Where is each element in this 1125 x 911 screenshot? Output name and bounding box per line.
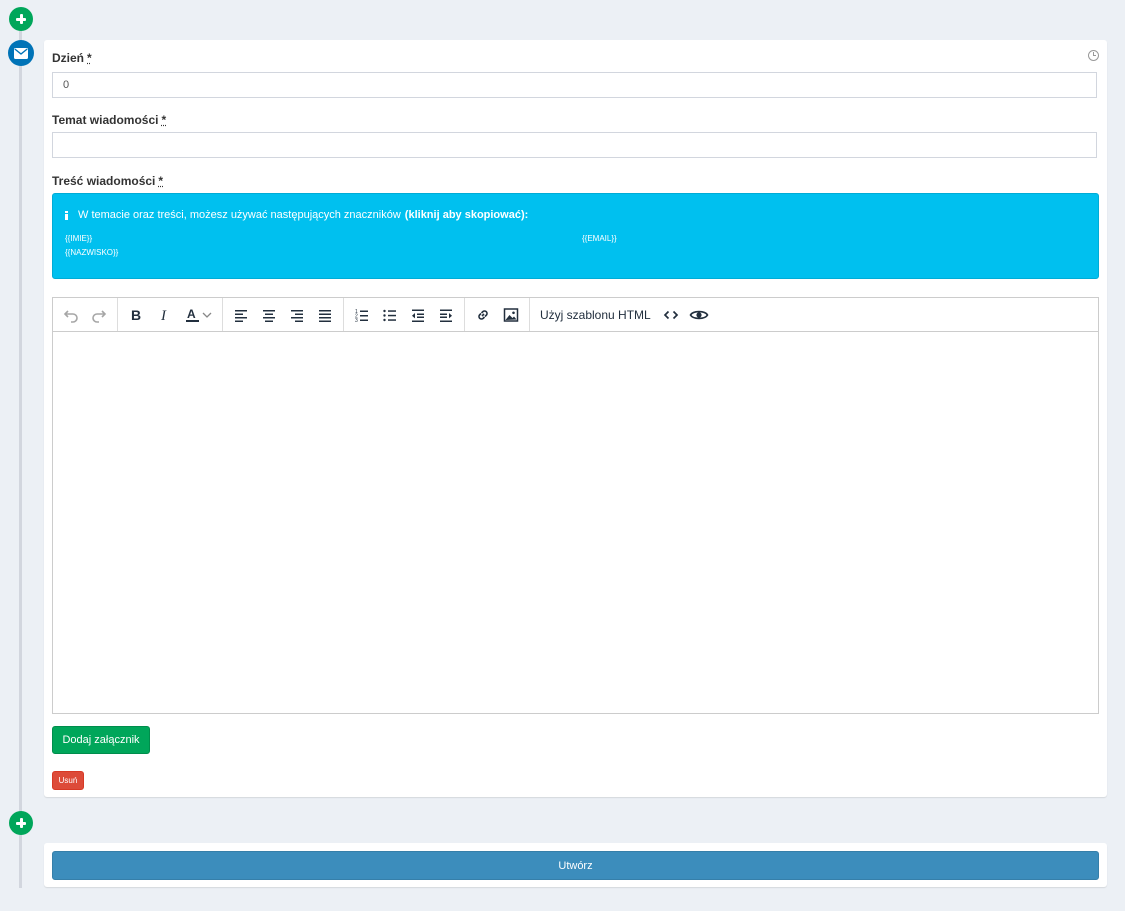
italic-icon[interactable]: I: [150, 301, 178, 329]
info-heading: W temacie oraz treści, możesz używać nas…: [65, 209, 528, 221]
redo-icon[interactable]: [85, 301, 113, 329]
format-group: B I A: [118, 298, 223, 331]
insert-group: [465, 298, 530, 331]
align-right-icon[interactable]: [283, 301, 311, 329]
envelope-icon: [8, 40, 34, 66]
add-step-icon[interactable]: [9, 7, 33, 31]
info-icon: [65, 210, 68, 220]
history-group: [53, 298, 118, 331]
undo-icon[interactable]: [57, 301, 85, 329]
tag-nazwisko[interactable]: {{NAZWISKO}}: [65, 248, 118, 257]
svg-text:3: 3: [355, 318, 358, 324]
required-mark: *: [87, 51, 92, 65]
image-icon[interactable]: [497, 301, 525, 329]
subject-label: Temat wiadomości *: [52, 113, 167, 127]
required-mark: *: [158, 174, 164, 188]
align-justify-icon[interactable]: [311, 301, 339, 329]
link-icon[interactable]: [469, 301, 497, 329]
submit-card: Utwórz: [44, 843, 1107, 887]
tag-email[interactable]: {{EMAIL}}: [582, 234, 617, 243]
message-step-card: Dzień* Temat wiadomości* Treść wiadomośc…: [44, 40, 1107, 797]
remove-step-button[interactable]: Usuń: [52, 771, 84, 790]
editor-content-area[interactable]: [53, 332, 1098, 713]
svg-text:B: B: [131, 307, 141, 323]
tag-imie[interactable]: {{IMIE}}: [65, 234, 92, 243]
subject-input[interactable]: [52, 132, 1097, 158]
day-input[interactable]: [52, 72, 1097, 98]
clock-icon[interactable]: [1088, 50, 1099, 61]
create-button[interactable]: Utwórz: [52, 851, 1099, 880]
svg-text:I: I: [160, 308, 167, 324]
indent-icon[interactable]: [432, 301, 460, 329]
add-attachment-button[interactable]: Dodaj załącznik: [52, 726, 150, 754]
numbered-list-icon[interactable]: 123: [348, 301, 376, 329]
editor-toolbar: B I A 1 2 3 Użyj szablonu HTML: [53, 298, 1098, 332]
html-template-button[interactable]: Użyj szablonu HTML: [534, 301, 657, 329]
svg-text:A: A: [187, 307, 196, 321]
day-label: Dzień *: [52, 51, 92, 65]
add-step-icon[interactable]: [9, 811, 33, 835]
code-icon[interactable]: [657, 301, 685, 329]
text-color-icon[interactable]: A: [178, 301, 218, 329]
rich-text-editor: B I A 1 2 3 Użyj szablonu HTML: [52, 297, 1099, 714]
bullet-list-icon[interactable]: [376, 301, 404, 329]
chevron-down-icon: [202, 312, 212, 318]
timeline-line: [19, 18, 22, 888]
bold-icon[interactable]: B: [122, 301, 150, 329]
preview-eye-icon[interactable]: [685, 301, 713, 329]
list-group: 123: [344, 298, 465, 331]
required-mark: *: [161, 113, 167, 127]
align-center-icon[interactable]: [255, 301, 283, 329]
body-label: Treść wiadomości *: [52, 174, 164, 188]
align-group: [223, 298, 344, 331]
tags-info-box: W temacie oraz treści, możesz używać nas…: [52, 193, 1099, 279]
align-left-icon[interactable]: [227, 301, 255, 329]
extras-group: Użyj szablonu HTML: [530, 298, 717, 331]
outdent-icon[interactable]: [404, 301, 432, 329]
